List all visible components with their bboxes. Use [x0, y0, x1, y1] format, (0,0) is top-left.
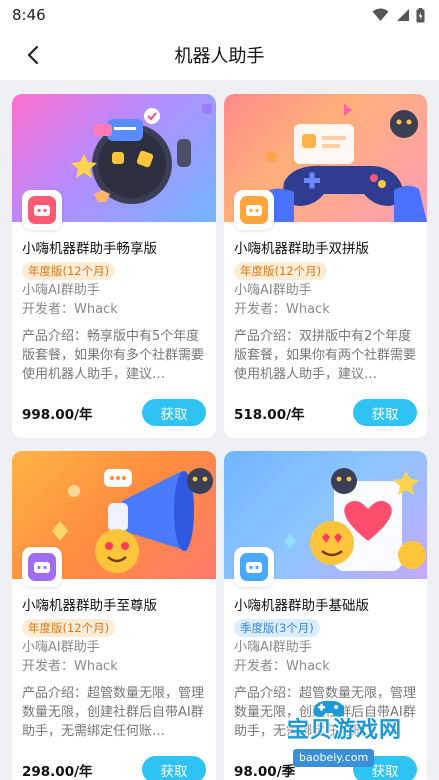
app-icon [22, 190, 62, 230]
developer-label: 开发者：Whack [22, 659, 118, 674]
wifi-icon [372, 8, 389, 21]
plan-tag: 季度版(3个月) [234, 619, 320, 637]
status-time: 8:46 [12, 6, 46, 24]
get-button[interactable]: 获取 [142, 756, 206, 780]
watermark-url: baobeiy.com [293, 749, 375, 767]
product-name: 小嗨机器群助手至尊版 [22, 598, 157, 614]
robot-icon [240, 196, 268, 224]
product-price: 98.00/季 [234, 763, 296, 780]
watermark: 宝贝游戏网 baobeiy.com [287, 698, 435, 778]
product-name: 小嗨机器群助手畅享版 [22, 241, 157, 257]
developer-label: 开发者：Whack [22, 302, 118, 317]
product-grid: 小嗨机器群助手畅享版 年度版(12个月) 小嗨AI群助手 开发者：Whack 产… [12, 94, 427, 780]
product-name: 小嗨机器群助手基础版 [234, 598, 369, 614]
robot-icon [240, 553, 268, 581]
plan-tag: 年度版(12个月) [22, 262, 116, 280]
developer-label: 开发者：Whack [234, 302, 330, 317]
product-price: 298.00/年 [22, 763, 93, 780]
product-price: 998.00/年 [22, 406, 93, 423]
product-description: 产品介绍：双拼版中有2个年度版套餐，如果你有两个社群需要使用机器人助手，建议… [234, 329, 417, 382]
app-icon [234, 190, 274, 230]
product-description: 产品介绍：超管数量无限，管理数量无限，创建社群后自带AI群助手，无需绑定任何账… [22, 686, 205, 739]
back-button[interactable] [18, 40, 48, 70]
product-subtitle: 小嗨AI群助手 [22, 640, 100, 655]
battery-icon [416, 7, 425, 22]
get-button[interactable]: 获取 [142, 399, 206, 426]
product-card[interactable]: 小嗨机器群助手双拼版 年度版(12个月) 小嗨AI群助手 开发者：Whack 产… [224, 94, 427, 438]
page-title: 机器人助手 [174, 46, 265, 67]
watermark-title: 宝贝游戏网 [287, 718, 403, 743]
app-icon [234, 547, 274, 587]
product-subtitle: 小嗨AI群助手 [22, 283, 100, 298]
status-bar: 8:46 [0, 0, 439, 30]
product-price: 518.00/年 [234, 406, 305, 423]
product-subtitle: 小嗨AI群助手 [234, 283, 312, 298]
app-header: 机器人助手 [0, 30, 439, 80]
product-card[interactable]: 小嗨机器群助手畅享版 年度版(12个月) 小嗨AI群助手 开发者：Whack 产… [12, 94, 216, 438]
back-arrow-icon [27, 45, 39, 65]
app-icon [22, 547, 62, 587]
product-subtitle: 小嗨AI群助手 [234, 640, 312, 655]
signal-icon [397, 9, 409, 21]
product-description: 产品介绍：畅享版中有5个年度版套餐，如果你有多个社群需要使用机器人助手，建议… [22, 329, 205, 382]
status-icons [372, 7, 425, 23]
robot-icon [28, 196, 56, 224]
robot-icon [28, 553, 56, 581]
product-name: 小嗨机器群助手双拼版 [234, 241, 369, 257]
get-button[interactable]: 获取 [353, 399, 417, 426]
plan-tag: 年度版(12个月) [22, 619, 116, 637]
developer-label: 开发者：Whack [234, 659, 330, 674]
product-card[interactable]: 小嗨机器群助手至尊版 年度版(12个月) 小嗨AI群助手 开发者：Whack 产… [12, 451, 216, 780]
plan-tag: 年度版(12个月) [234, 262, 328, 280]
